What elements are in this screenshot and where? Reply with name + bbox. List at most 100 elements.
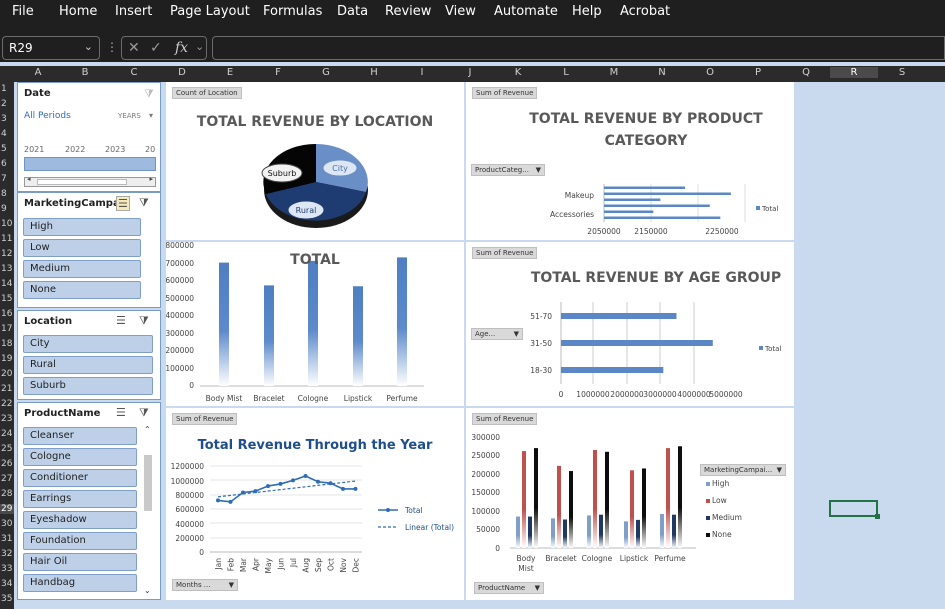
scroll-thumb[interactable] bbox=[37, 179, 127, 185]
row-header[interactable]: 5 bbox=[0, 144, 14, 154]
pivot-field-button[interactable]: Count of Location bbox=[172, 87, 242, 99]
chevron-down-icon[interactable]: ⌄ bbox=[84, 40, 93, 53]
date-timeline[interactable]: Date ⧩ All Periods YEARS ▾ 2021 2022 202… bbox=[17, 82, 161, 192]
row-header[interactable]: 22 bbox=[0, 399, 14, 409]
chevron-down-icon[interactable]: ⌄ bbox=[195, 40, 204, 53]
col-header[interactable]: A bbox=[16, 67, 60, 78]
location-chart[interactable]: Count of Location TOTAL REVENUE BY LOCAT… bbox=[166, 82, 464, 240]
pivot-field-button[interactable]: Sum of Revenue bbox=[472, 413, 538, 425]
slicer-item-suburb[interactable]: Suburb bbox=[23, 377, 153, 395]
check-icon[interactable]: ✓ bbox=[150, 40, 162, 56]
multi-select-icon[interactable]: ☰ bbox=[116, 314, 126, 327]
product-total-chart[interactable]: 800000 700000 600000 500000 400000 30000… bbox=[166, 242, 464, 406]
clear-filter-icon[interactable]: ⧩ bbox=[139, 196, 149, 210]
row-header-selected[interactable]: 29 bbox=[0, 504, 14, 514]
row-header[interactable]: 12 bbox=[0, 249, 14, 259]
col-header[interactable]: E bbox=[206, 67, 254, 78]
timeline-unit-dropdown[interactable]: YEARS bbox=[118, 112, 141, 120]
row-header[interactable]: 20 bbox=[0, 369, 14, 379]
product-category-filter[interactable]: ProductCateg... ▼ bbox=[471, 164, 545, 176]
multi-select-icon[interactable]: ☰ bbox=[116, 406, 126, 419]
row-header[interactable]: 32 bbox=[0, 549, 14, 559]
col-header[interactable]: C bbox=[110, 67, 158, 78]
row-header[interactable]: 19 bbox=[0, 354, 14, 364]
row-header[interactable]: 16 bbox=[0, 309, 14, 319]
row-header[interactable]: 26 bbox=[0, 459, 14, 469]
row-header[interactable]: 6 bbox=[0, 159, 14, 169]
slicer-item-handbag[interactable]: Handbag bbox=[23, 574, 137, 592]
row-header[interactable]: 11 bbox=[0, 234, 14, 244]
row-header[interactable]: 23 bbox=[0, 414, 14, 424]
formula-input[interactable] bbox=[212, 36, 945, 60]
col-header[interactable]: Q bbox=[782, 67, 830, 78]
row-header[interactable]: 7 bbox=[0, 174, 14, 184]
col-header[interactable]: O bbox=[686, 67, 734, 78]
col-header[interactable]: J bbox=[446, 67, 494, 78]
row-header[interactable]: 34 bbox=[0, 579, 14, 589]
menu-acrobat[interactable]: Acrobat bbox=[620, 4, 670, 19]
timeline-bar[interactable] bbox=[24, 157, 156, 171]
row-header[interactable]: 25 bbox=[0, 444, 14, 454]
name-box[interactable]: R29 ⌄ bbox=[2, 36, 100, 60]
col-header[interactable]: L bbox=[542, 67, 590, 78]
scroll-right-icon[interactable]: ▸ bbox=[149, 175, 153, 183]
menu-data[interactable]: Data bbox=[337, 4, 368, 19]
selected-cell-r29[interactable] bbox=[829, 500, 878, 517]
menu-page-layout[interactable]: Page Layout bbox=[170, 4, 250, 19]
row-header[interactable]: 3 bbox=[0, 114, 14, 124]
menu-home[interactable]: Home bbox=[59, 4, 97, 19]
row-header[interactable]: 31 bbox=[0, 534, 14, 544]
row-header[interactable]: 2 bbox=[0, 99, 14, 109]
col-header[interactable]: B bbox=[61, 67, 109, 78]
scroll-up-icon[interactable]: ⌃ bbox=[144, 425, 151, 434]
slicer-item-foundation[interactable]: Foundation bbox=[23, 532, 137, 550]
col-header[interactable]: M bbox=[590, 67, 638, 78]
clear-filter-icon[interactable]: ⧩ bbox=[139, 314, 149, 328]
col-header[interactable]: I bbox=[398, 67, 446, 78]
col-header[interactable]: P bbox=[734, 67, 782, 78]
slicer-item-conditioner[interactable]: Conditioner bbox=[23, 469, 137, 487]
year-chart[interactable]: Sum of Revenue Total Revenue Through the… bbox=[166, 408, 464, 600]
row-header[interactable]: 27 bbox=[0, 474, 14, 484]
col-header[interactable]: K bbox=[494, 67, 542, 78]
menu-file[interactable]: File bbox=[12, 4, 34, 19]
fill-handle[interactable] bbox=[875, 514, 880, 519]
slicer-item-city[interactable]: City bbox=[23, 335, 153, 353]
menu-view[interactable]: View bbox=[445, 4, 476, 19]
row-header[interactable]: 35 bbox=[0, 594, 14, 604]
row-header[interactable]: 10 bbox=[0, 219, 14, 229]
timeline-scrollbar[interactable]: ◂ ▸ bbox=[24, 175, 156, 187]
slicer-item-medium[interactable]: Medium bbox=[23, 260, 141, 278]
menu-help[interactable]: Help bbox=[572, 4, 602, 19]
col-header[interactable]: F bbox=[254, 67, 302, 78]
campaign-chart[interactable]: Sum of Revenue ProductName ▼ MarketingCa… bbox=[466, 408, 794, 600]
slicer-item-none[interactable]: None bbox=[23, 281, 141, 299]
row-header[interactable]: 21 bbox=[0, 384, 14, 394]
row-header[interactable]: 1 bbox=[0, 84, 14, 94]
slicer-item-rural[interactable]: Rural bbox=[23, 356, 153, 374]
pivot-field-button[interactable]: Sum of Revenue bbox=[472, 247, 538, 259]
multi-select-icon[interactable]: ☰ bbox=[116, 196, 130, 211]
slicer-item-earrings[interactable]: Earrings bbox=[23, 490, 137, 508]
row-header[interactable]: 30 bbox=[0, 519, 14, 529]
slicer-item-low[interactable]: Low bbox=[23, 239, 141, 257]
row-header[interactable]: 4 bbox=[0, 129, 14, 139]
col-header[interactable]: H bbox=[350, 67, 398, 78]
months-filter[interactable]: Months ... ▼ bbox=[172, 579, 238, 591]
pivot-field-button[interactable]: Sum of Revenue bbox=[172, 413, 238, 425]
clear-filter-icon[interactable]: ⧩ bbox=[139, 406, 149, 420]
col-header[interactable]: N bbox=[638, 67, 686, 78]
row-header[interactable]: 8 bbox=[0, 189, 14, 199]
function-icon[interactable]: fx bbox=[175, 40, 188, 56]
menu-insert[interactable]: Insert bbox=[115, 4, 152, 19]
row-header[interactable]: 18 bbox=[0, 339, 14, 349]
scroll-thumb[interactable] bbox=[144, 455, 152, 511]
col-header[interactable]: G bbox=[302, 67, 350, 78]
more-icon[interactable]: ⋮ bbox=[106, 40, 118, 54]
slicer-item-eyeshadow[interactable]: Eyeshadow bbox=[23, 511, 137, 529]
row-header[interactable]: 15 bbox=[0, 294, 14, 304]
col-header-selected[interactable]: R bbox=[830, 67, 878, 78]
row-header[interactable]: 17 bbox=[0, 324, 14, 334]
pivot-field-button[interactable]: Sum of Revenue bbox=[472, 87, 538, 99]
col-header[interactable]: D bbox=[158, 67, 206, 78]
